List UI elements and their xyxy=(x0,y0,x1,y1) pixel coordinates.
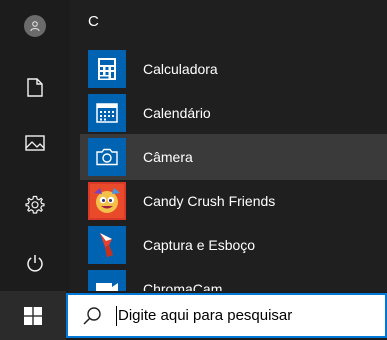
app-label: Câmera xyxy=(143,149,193,165)
start-menu-rail xyxy=(0,0,70,291)
document-icon xyxy=(27,77,43,97)
app-label: ChromaCam xyxy=(143,281,223,291)
taskbar: Digite aqui para pesquisar xyxy=(0,291,387,340)
camera-icon xyxy=(88,138,126,176)
windows-logo-icon xyxy=(24,306,42,325)
chromacam-icon xyxy=(88,270,126,291)
app-item-candy-crush-friends[interactable]: Candy Crush Friends xyxy=(80,178,387,224)
settings-button[interactable] xyxy=(0,180,70,230)
app-item-camera[interactable]: Câmera xyxy=(80,134,387,180)
gear-icon xyxy=(25,195,45,214)
pictures-button[interactable] xyxy=(0,118,70,168)
calculator-icon xyxy=(88,50,126,88)
start-button[interactable] xyxy=(0,291,66,340)
app-label: Candy Crush Friends xyxy=(143,193,276,209)
app-list: C Calculadora Calendário Câmera Candy Cr… xyxy=(70,0,387,291)
section-header-c[interactable]: C xyxy=(88,13,99,30)
power-button[interactable] xyxy=(0,238,70,288)
power-icon xyxy=(27,255,43,272)
picture-icon xyxy=(25,135,45,151)
text-cursor xyxy=(116,305,117,326)
calendar-icon xyxy=(88,94,126,132)
documents-button[interactable] xyxy=(0,62,70,112)
candy-crush-friends-icon xyxy=(88,182,126,220)
search-icon xyxy=(82,306,102,326)
snip-and-sketch-icon xyxy=(88,226,126,264)
app-item-chromacam[interactable]: ChromaCam xyxy=(80,266,387,291)
start-menu: C Calculadora Calendário Câmera Candy Cr… xyxy=(0,0,387,291)
app-item-calendario[interactable]: Calendário xyxy=(80,90,387,136)
app-label: Calculadora xyxy=(143,61,218,77)
search-input[interactable]: Digite aqui para pesquisar xyxy=(118,307,292,324)
user-avatar-icon xyxy=(24,15,46,37)
app-item-calculadora[interactable]: Calculadora xyxy=(80,46,387,92)
app-label: Captura e Esboço xyxy=(143,237,256,253)
app-label: Calendário xyxy=(143,105,211,121)
search-box[interactable]: Digite aqui para pesquisar xyxy=(66,293,387,338)
app-item-captura-e-esboco[interactable]: Captura e Esboço xyxy=(80,222,387,268)
account-button[interactable] xyxy=(0,8,70,44)
